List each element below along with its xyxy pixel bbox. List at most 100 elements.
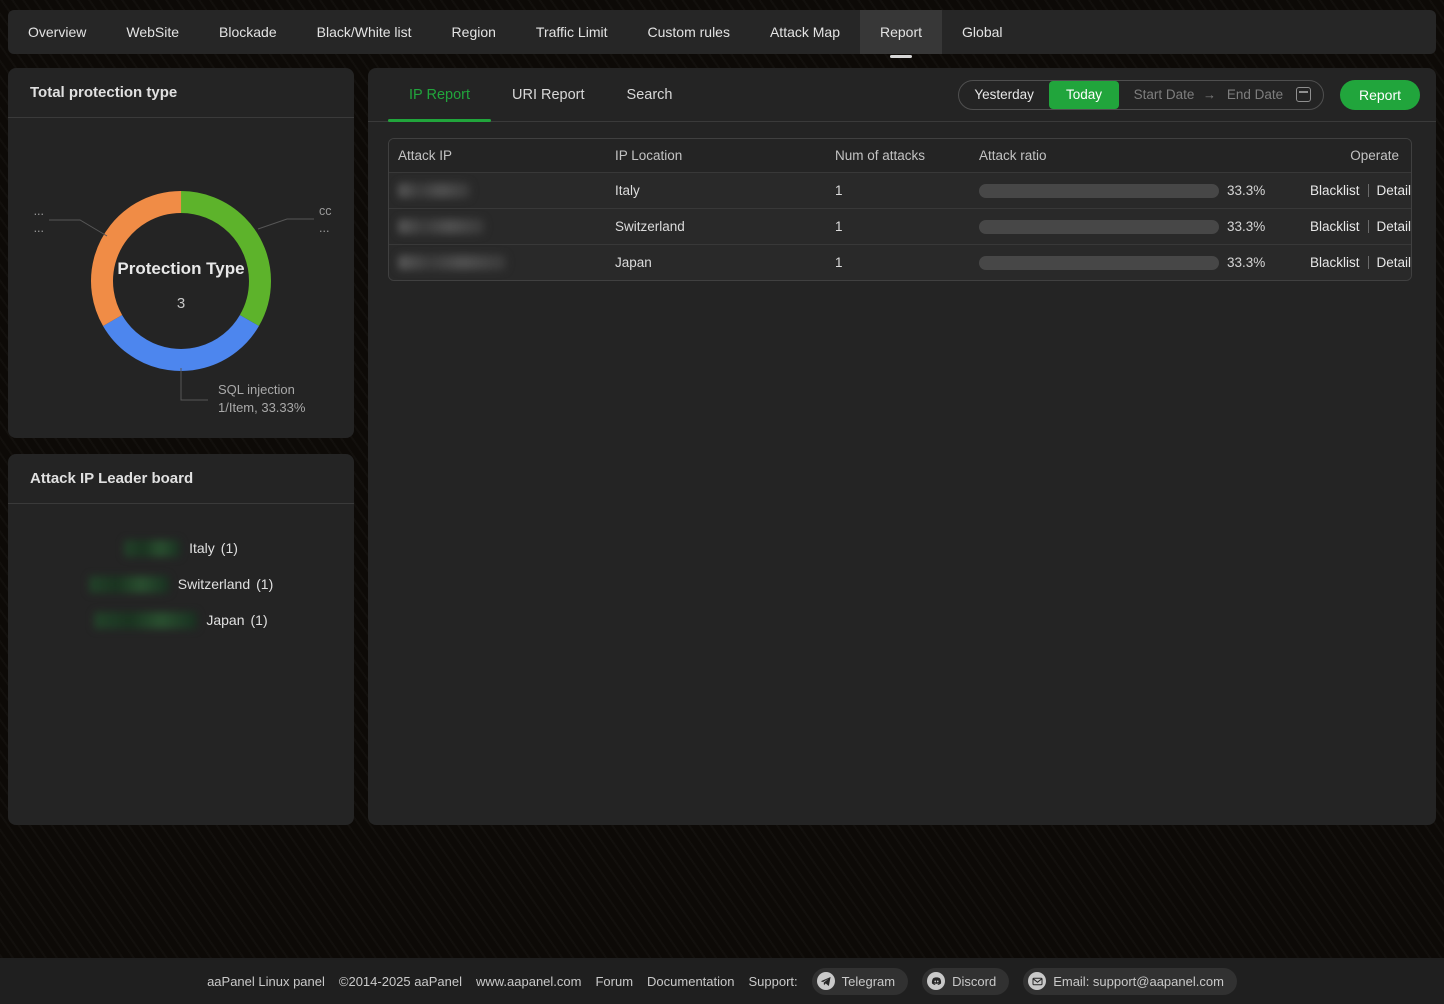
total-protection-type-panel: Total protection type ... ... cc ... SQL… bbox=[8, 68, 354, 438]
slice-label-left-value: ... bbox=[34, 221, 44, 235]
slice-label-bottom-value: 1/Item, 33.33% bbox=[218, 400, 306, 415]
leaderboard-label: Switzerland(1) bbox=[178, 576, 274, 592]
action-divider bbox=[1368, 256, 1369, 269]
attack-ip-cell bbox=[389, 183, 606, 199]
nav-tab-traffic-limit[interactable]: Traffic Limit bbox=[516, 10, 628, 54]
nav-tab-attack-map[interactable]: Attack Map bbox=[750, 10, 860, 54]
nav-tab-overview[interactable]: Overview bbox=[8, 10, 106, 54]
discord-button[interactable]: Discord bbox=[922, 968, 1009, 995]
ratio-bar-track bbox=[979, 184, 1219, 198]
email-button[interactable]: Email: support@aapanel.com bbox=[1023, 968, 1237, 995]
num-attacks-cell: 1 bbox=[826, 219, 970, 234]
protection-type-donut-chart: ... ... cc ... SQL injection 1/Item, 33.… bbox=[8, 118, 354, 436]
ratio-percent-label: 33.3% bbox=[1227, 183, 1265, 198]
report-panel: IP Report URI Report Search Yesterday To… bbox=[368, 68, 1436, 825]
attack-ip-leaderboard-panel: Attack IP Leader board Italy(1) Switzerl… bbox=[8, 454, 354, 825]
slice-label-right-value: ... bbox=[319, 221, 329, 235]
panel-header: Attack IP Leader board bbox=[8, 454, 354, 504]
col-ip-location: IP Location bbox=[606, 148, 826, 163]
leaderboard-row: Japan(1) bbox=[8, 602, 354, 638]
date-range-group: Yesterday Today → bbox=[958, 80, 1324, 110]
panel-title: Total protection type bbox=[30, 84, 177, 101]
email-icon bbox=[1028, 972, 1046, 990]
generate-report-button[interactable]: Report bbox=[1340, 80, 1420, 110]
report-header: IP Report URI Report Search Yesterday To… bbox=[368, 68, 1436, 122]
attack-ip-cell bbox=[389, 219, 606, 235]
nav-tab-custom-rules[interactable]: Custom rules bbox=[628, 10, 750, 54]
action-divider bbox=[1368, 184, 1369, 197]
tab-search[interactable]: Search bbox=[606, 68, 694, 121]
footer-copyright: ©2014-2025 aaPanel bbox=[339, 974, 462, 989]
leaderboard-label: Italy(1) bbox=[189, 540, 238, 556]
discord-icon bbox=[927, 972, 945, 990]
attack-ip-table: Attack IP IP Location Num of attacks Att… bbox=[388, 138, 1412, 281]
report-controls: Yesterday Today → Report bbox=[958, 68, 1420, 121]
ip-location-cell: Switzerland bbox=[606, 219, 826, 234]
tab-uri-report[interactable]: URI Report bbox=[491, 68, 606, 121]
top-nav: Overview WebSite Blockade Black/White li… bbox=[8, 10, 1436, 54]
blacklist-link[interactable]: Blacklist bbox=[1310, 255, 1360, 270]
table-row: Japan 1 33.3% Blacklist Details bbox=[389, 244, 1411, 280]
operate-cell: Blacklist Details bbox=[1301, 255, 1412, 270]
leaderboard-body: Italy(1) Switzerland(1) Japan(1) bbox=[8, 504, 354, 638]
tab-ip-report[interactable]: IP Report bbox=[388, 68, 491, 121]
callout-line-bottom bbox=[181, 368, 208, 400]
slice-label-right-name: cc bbox=[319, 204, 332, 218]
table-row: Italy 1 33.3% Blacklist Details bbox=[389, 172, 1411, 208]
attack-ratio-cell: 33.3% bbox=[970, 219, 1301, 234]
slice-label-bottom-name: SQL injection bbox=[218, 382, 295, 397]
panel-header: Total protection type bbox=[8, 68, 354, 118]
nav-tab-report[interactable]: Report bbox=[860, 10, 942, 54]
table-header-row: Attack IP IP Location Num of attacks Att… bbox=[389, 139, 1411, 172]
attack-ip-cell bbox=[389, 255, 606, 271]
nav-tab-region[interactable]: Region bbox=[432, 10, 516, 54]
blurred-ip-bar bbox=[124, 540, 180, 557]
telegram-icon bbox=[817, 972, 835, 990]
leaderboard-row: Italy(1) bbox=[8, 530, 354, 566]
footer-site-link[interactable]: www.aapanel.com bbox=[476, 974, 582, 989]
ratio-percent-label: 33.3% bbox=[1227, 255, 1265, 270]
calendar-icon[interactable] bbox=[1296, 87, 1311, 102]
ratio-percent-label: 33.3% bbox=[1227, 219, 1265, 234]
attack-ratio-cell: 33.3% bbox=[970, 183, 1301, 198]
blurred-ip bbox=[398, 255, 506, 270]
telegram-button[interactable]: Telegram bbox=[812, 968, 908, 995]
nav-tab-website[interactable]: WebSite bbox=[106, 10, 199, 54]
nav-tab-global[interactable]: Global bbox=[942, 10, 1022, 54]
blurred-ip-bar bbox=[89, 576, 169, 593]
yesterday-button[interactable]: Yesterday bbox=[959, 81, 1049, 109]
col-operate: Operate bbox=[1301, 148, 1411, 163]
end-date-input[interactable] bbox=[1220, 87, 1290, 102]
footer: aaPanel Linux panel ©2014-2025 aaPanel w… bbox=[0, 958, 1444, 1004]
donut-center-title: Protection Type bbox=[117, 259, 244, 278]
ratio-bar-track bbox=[979, 220, 1219, 234]
blacklist-link[interactable]: Blacklist bbox=[1310, 219, 1360, 234]
today-button[interactable]: Today bbox=[1049, 81, 1119, 109]
start-date-input[interactable] bbox=[1129, 87, 1199, 102]
col-attack-ip: Attack IP bbox=[389, 148, 606, 163]
footer-support-label: Support: bbox=[748, 974, 797, 989]
operate-cell: Blacklist Details bbox=[1301, 219, 1412, 234]
nav-tab-black-white-list[interactable]: Black/White list bbox=[297, 10, 432, 54]
blurred-ip bbox=[398, 219, 484, 234]
callout-line-left bbox=[49, 220, 107, 236]
ratio-bar-track bbox=[979, 256, 1219, 270]
footer-documentation-link[interactable]: Documentation bbox=[647, 974, 734, 989]
blacklist-link[interactable]: Blacklist bbox=[1310, 183, 1360, 198]
ip-location-cell: Italy bbox=[606, 183, 826, 198]
table-row: Switzerland 1 33.3% Blacklist Details bbox=[389, 208, 1411, 244]
details-link[interactable]: Details bbox=[1377, 255, 1412, 270]
range-arrow-icon: → bbox=[1199, 87, 1220, 102]
details-link[interactable]: Details bbox=[1377, 183, 1412, 198]
donut-center-value: 3 bbox=[177, 295, 185, 312]
num-attacks-cell: 1 bbox=[826, 255, 970, 270]
leaderboard-label: Japan(1) bbox=[206, 612, 267, 628]
blurred-ip bbox=[398, 183, 470, 198]
action-divider bbox=[1368, 220, 1369, 233]
footer-forum-link[interactable]: Forum bbox=[595, 974, 633, 989]
panel-title: Attack IP Leader board bbox=[30, 470, 193, 487]
col-num-of-attacks: Num of attacks bbox=[826, 148, 970, 163]
details-link[interactable]: Details bbox=[1377, 219, 1412, 234]
col-attack-ratio: Attack ratio bbox=[970, 148, 1301, 163]
nav-tab-blockade[interactable]: Blockade bbox=[199, 10, 297, 54]
